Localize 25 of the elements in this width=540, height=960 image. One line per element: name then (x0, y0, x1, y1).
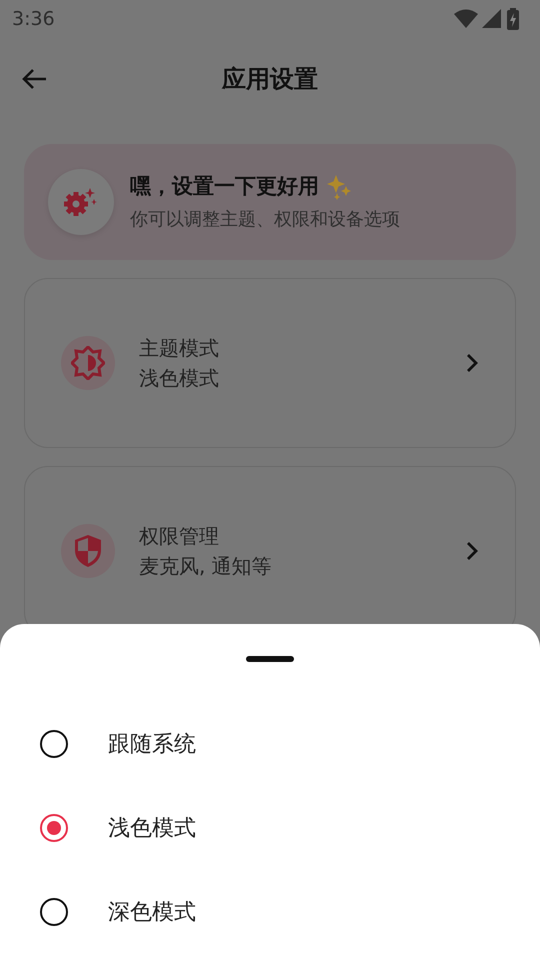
chevron-right-icon (465, 541, 479, 561)
banner-title: 嘿，设置一下更好用 (130, 172, 319, 200)
radio-button[interactable] (40, 814, 68, 842)
setting-title: 主题模式 (139, 335, 220, 362)
theme-option[interactable]: 跟随系统 (0, 702, 540, 786)
wifi-icon (454, 9, 478, 29)
theme-option[interactable]: 深色模式 (0, 870, 540, 954)
status-time: 3:36 (12, 6, 55, 32)
drag-handle[interactable] (246, 656, 294, 662)
battery-icon (506, 8, 520, 30)
brightness-icon (71, 346, 105, 380)
setting-value: 麦克风, 通知等 (139, 553, 273, 580)
setting-title: 权限管理 (139, 523, 220, 550)
banner-subtitle: 你可以调整主题、权限和设备选项 (130, 208, 400, 232)
chevron-right-icon (465, 353, 479, 373)
gear-sparkle-icon (64, 186, 98, 218)
settings-card[interactable]: 主题模式 浅色模式 (24, 278, 516, 448)
sparkle-icon (327, 174, 353, 200)
theme-option[interactable]: 浅色模式 (0, 786, 540, 870)
page-title: 应用设置 (222, 65, 318, 93)
setting-value: 浅色模式 (139, 365, 220, 392)
shield-icon (74, 534, 102, 568)
signal-icon (482, 9, 502, 29)
radio-button[interactable] (40, 730, 68, 758)
radio-button[interactable] (40, 898, 68, 926)
